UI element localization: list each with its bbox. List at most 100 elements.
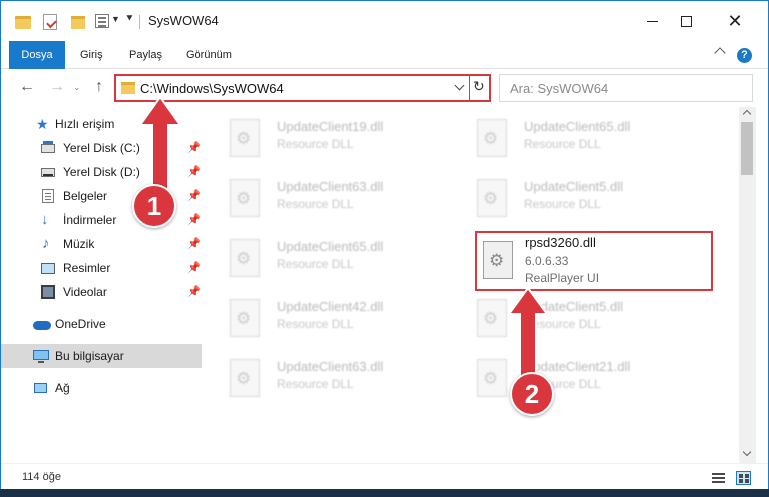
documents-icon	[42, 189, 54, 203]
chevron-down-icon[interactable]: ▼	[111, 14, 120, 34]
maximize-button[interactable]	[663, 1, 709, 41]
forward-button[interactable]: →	[49, 78, 65, 96]
nav-item-videos[interactable]: Videolar 📌	[1, 280, 202, 304]
close-button[interactable]: ✕	[712, 1, 758, 41]
address-divider	[469, 76, 470, 100]
minimize-icon	[646, 20, 658, 22]
file-item[interactable]: UpdateClient5.dll Resource DLL	[449, 169, 689, 225]
help-icon[interactable]: ?	[737, 48, 752, 63]
ribbon: Dosya Giriş Paylaş Görünüm ?	[1, 41, 768, 69]
pin-icon[interactable]: 📌	[187, 237, 201, 250]
close-icon: ✕	[727, 10, 743, 32]
desktop-background	[0, 489, 769, 497]
file-name: UpdateClient5.dll	[524, 179, 624, 194]
nav-item-onedrive[interactable]: OneDrive	[1, 312, 202, 336]
pin-icon[interactable]: 📌	[187, 189, 201, 202]
this-pc-icon	[33, 350, 49, 363]
title-bar: ▼ ⯆ SysWOW64 ✕	[1, 1, 768, 41]
file-name: rpsd3260.dll	[525, 235, 596, 250]
file-company: RealPlayer UI	[525, 271, 600, 285]
pin-icon[interactable]: 📌	[187, 141, 201, 154]
file-description: Resource DLL	[277, 137, 354, 151]
item-count: 114 öğe	[22, 471, 61, 483]
highlighted-file-item[interactable]: rpsd3260.dll 6.0.6.33 RealPlayer UI	[475, 231, 713, 291]
videos-icon	[41, 285, 55, 299]
dll-file-icon	[477, 119, 507, 157]
pin-icon[interactable]: 📌	[187, 165, 201, 178]
file-name: UpdateClient63.dll	[277, 359, 384, 374]
new-folder-icon[interactable]	[71, 16, 85, 29]
folder-icon	[15, 16, 31, 29]
expand-ribbon-icon[interactable]	[714, 47, 726, 59]
tab-file[interactable]: Dosya	[9, 41, 65, 69]
address-history-icon[interactable]	[454, 80, 465, 91]
nav-item-label: Bu bilgisayar	[55, 349, 124, 363]
nav-item-label: İndirmeler	[63, 213, 117, 227]
file-name: UpdateClient65.dll	[524, 119, 631, 134]
tiles-view-icon[interactable]	[736, 471, 751, 485]
search-input[interactable]: Ara: SysWOW64	[499, 74, 753, 102]
vertical-scrollbar[interactable]	[739, 107, 756, 463]
search-placeholder: Ara: SysWOW64	[510, 81, 609, 96]
file-description: Resource DLL	[277, 317, 354, 331]
back-button[interactable]: ←	[19, 78, 35, 96]
maximize-icon	[680, 15, 692, 27]
file-item[interactable]: UpdateClient65.dll Resource DLL	[449, 109, 689, 165]
nav-item-label: Müzik	[63, 237, 95, 251]
pictures-icon	[41, 263, 55, 274]
file-name: UpdateClient63.dll	[277, 179, 384, 194]
file-item[interactable]: UpdateClient63.dll Resource DLL	[202, 349, 442, 405]
dll-file-icon	[230, 359, 260, 397]
file-description: Resource DLL	[524, 197, 601, 211]
dll-file-icon	[230, 299, 260, 337]
file-item[interactable]: UpdateClient65.dll Resource DLL	[202, 229, 442, 285]
dll-file-icon	[230, 119, 260, 157]
tab-view[interactable]: Görünüm	[186, 41, 232, 69]
file-item[interactable]: UpdateClient63.dll Resource DLL	[202, 169, 442, 225]
file-description: Resource DLL	[277, 197, 354, 211]
nav-item-label: Yerel Disk (C:)	[63, 141, 140, 155]
tab-home[interactable]: Giriş	[80, 41, 103, 69]
tab-share[interactable]: Paylaş	[129, 41, 162, 69]
details-view-icon[interactable]	[712, 473, 725, 483]
file-item[interactable]: UpdateClient19.dll Resource DLL	[202, 109, 442, 165]
file-item[interactable]: UpdateClient42.dll Resource DLL	[202, 289, 442, 345]
dll-file-icon	[477, 359, 507, 397]
nav-item-this-pc[interactable]: Bu bilgisayar	[1, 344, 202, 368]
address-path[interactable]: C:\Windows\SysWOW64	[140, 81, 284, 96]
music-icon: ♪	[42, 235, 50, 252]
file-name: UpdateClient65.dll	[277, 239, 384, 254]
pin-icon[interactable]: 📌	[187, 213, 201, 226]
downloads-icon: ↓	[41, 211, 49, 228]
dll-file-icon	[230, 179, 260, 217]
nav-item-pictures[interactable]: Resimler 📌	[1, 256, 202, 280]
pin-icon[interactable]: 📌	[187, 261, 201, 274]
scroll-thumb[interactable]	[741, 122, 753, 175]
file-item[interactable]: UpdateClient21.dll Resource DLL	[449, 349, 689, 405]
onedrive-icon	[33, 321, 51, 330]
star-icon: ★	[36, 116, 49, 132]
address-row: ← → ⌄ ↑ C:\Windows\SysWOW64 ↻ Ara: SysWO…	[1, 70, 768, 106]
properties-icon[interactable]	[43, 14, 57, 30]
refresh-icon[interactable]: ↻	[473, 78, 485, 95]
scroll-up-icon[interactable]	[742, 109, 752, 119]
nav-item-network[interactable]: Ağ	[1, 376, 202, 400]
recent-locations-button[interactable]: ⌄	[73, 82, 81, 93]
nav-item-label: Videolar	[63, 285, 107, 299]
customize-toolbar-icon[interactable]: ⯆	[125, 13, 134, 33]
step-badge-1: 1	[132, 184, 176, 228]
network-icon	[34, 383, 47, 393]
nav-item-label: Belgeler	[63, 189, 108, 203]
file-name: UpdateClient42.dll	[277, 299, 384, 314]
file-name: UpdateClient19.dll	[277, 119, 384, 134]
nav-item-music[interactable]: ♪ Müzik 📌	[1, 232, 202, 256]
up-button[interactable]: ↑	[95, 78, 103, 96]
dll-file-icon	[477, 179, 507, 217]
scroll-down-icon[interactable]	[742, 447, 752, 457]
file-description: Resource DLL	[524, 137, 601, 151]
file-item[interactable]: UpdateClient5.dll Resource DLL	[449, 289, 689, 345]
drive-icon	[41, 168, 55, 177]
pin-icon[interactable]: 📌	[187, 285, 201, 298]
view-options-icon[interactable]	[95, 14, 109, 28]
title-divider	[139, 15, 140, 29]
